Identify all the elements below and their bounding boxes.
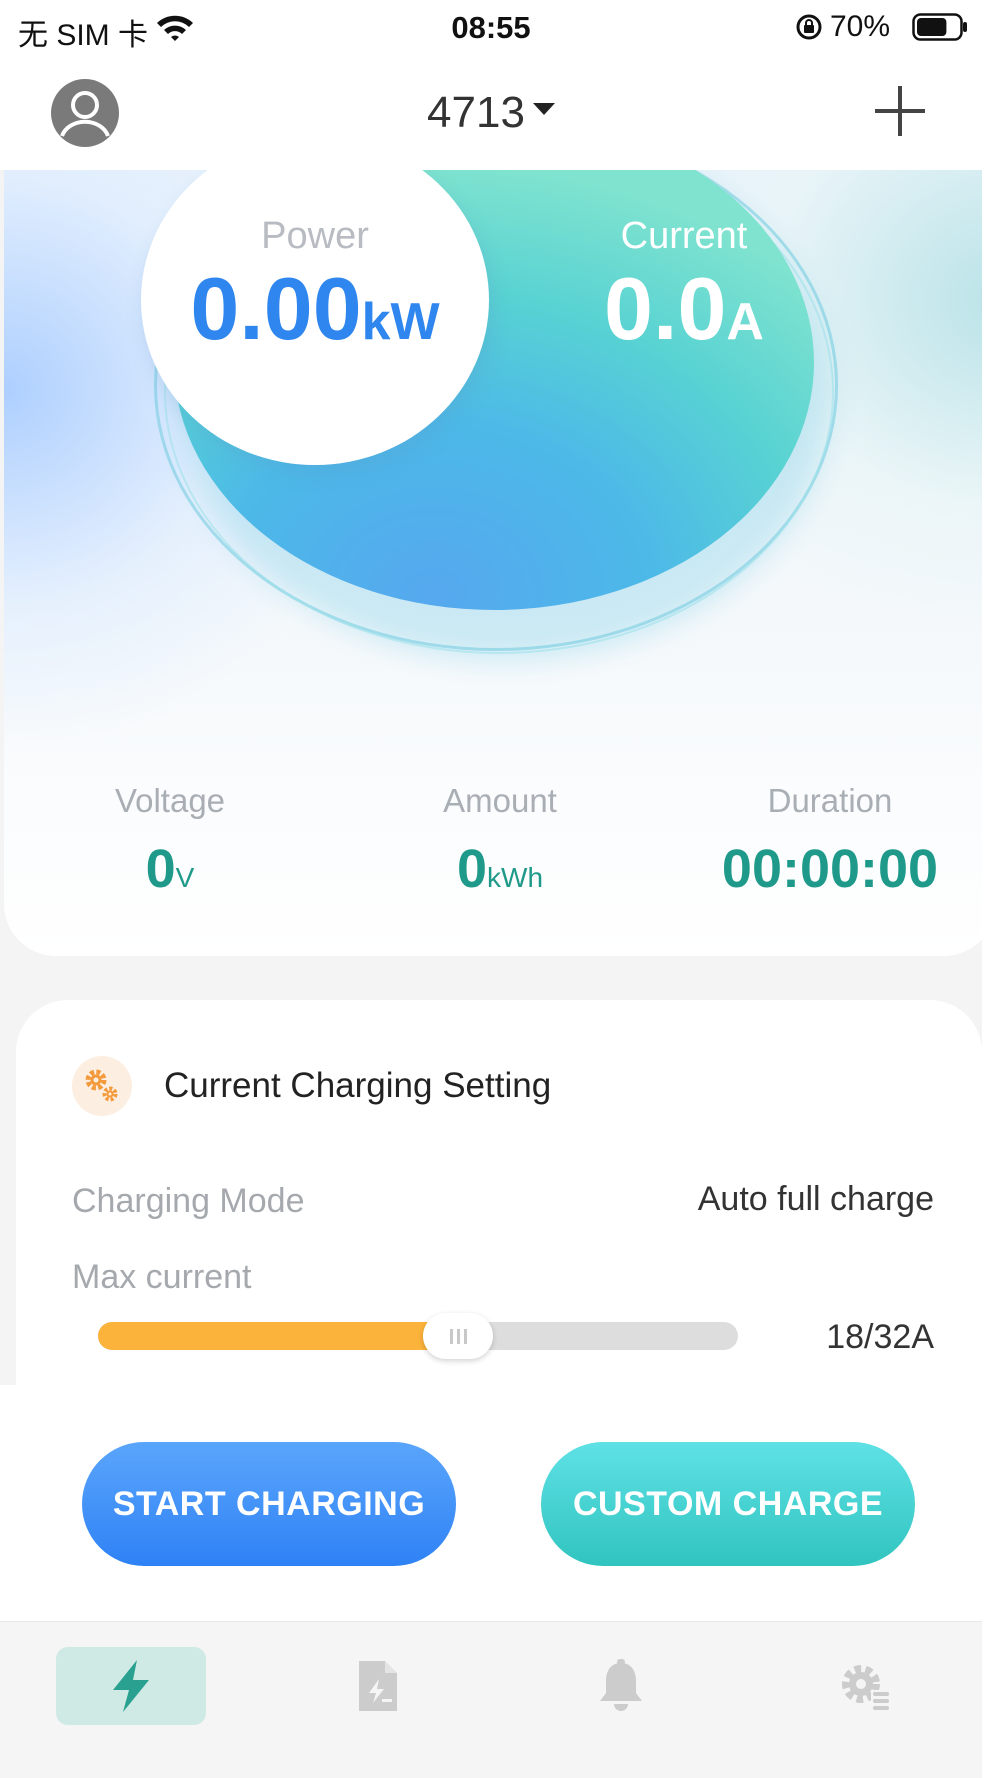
power-label: Power [261, 215, 369, 257]
document-icon [359, 1661, 397, 1711]
power-value: 0.00 [190, 259, 362, 358]
amount-label: Amount [443, 782, 557, 819]
power-unit: kW [361, 293, 440, 351]
slider-thumb[interactable] [423, 1313, 493, 1359]
bottom-tab-bar [0, 1621, 982, 1778]
gears-icon [72, 1056, 132, 1116]
caret-down-icon [532, 103, 555, 116]
max-current-value: 18/32A [826, 1318, 934, 1356]
bell-icon [600, 1659, 642, 1711]
device-selector[interactable]: 4713 [0, 88, 982, 138]
current-metric: Current 0.0A [534, 215, 834, 360]
voltage-value: 0 [145, 839, 176, 899]
tab-records[interactable] [302, 1647, 452, 1725]
voltage-stat: Voltage 0V [70, 782, 270, 900]
current-label: Current [620, 215, 748, 257]
charging-mode-label: Charging Mode [72, 1182, 305, 1220]
voltage-label: Voltage [114, 782, 226, 819]
tab-alerts[interactable] [546, 1647, 696, 1725]
rotation-lock-icon [794, 12, 824, 47]
lightning-icon [113, 1660, 149, 1712]
current-unit: A [726, 293, 764, 351]
duration-stat: Duration 00:00:00 [680, 782, 980, 900]
status-bar: 无 SIM 卡 08:55 70% [0, 0, 982, 58]
charging-dashboard: Power 0.00kW Current 0.0A Voltage 0V Amo… [4, 170, 982, 956]
slider-fill [98, 1322, 458, 1350]
max-current-slider[interactable] [98, 1313, 738, 1359]
action-bar: START CHARGING CUSTOM CHARGE [0, 1385, 982, 1621]
max-current-label: Max current [72, 1258, 252, 1296]
tab-charge[interactable] [56, 1647, 206, 1725]
battery-icon [912, 13, 968, 46]
plus-icon[interactable] [872, 83, 928, 139]
battery-percent: 70% [830, 10, 891, 43]
amount-unit: kWh [487, 862, 544, 893]
tab-settings[interactable] [790, 1647, 940, 1725]
app-screen: 无 SIM 卡 08:55 70% 4713 Power 0.00kW Curr… [0, 0, 982, 1778]
voltage-unit: V [175, 862, 195, 893]
amount-stat: Amount 0kWh [400, 782, 600, 900]
gear-settings-icon [842, 1665, 889, 1710]
settings-title: Current Charging Setting [164, 1066, 552, 1105]
duration-label: Duration [767, 782, 893, 819]
custom-charge-button[interactable]: CUSTOM CHARGE [541, 1442, 915, 1566]
power-metric: Power 0.00kW [141, 215, 489, 360]
duration-value: 00:00:00 [721, 839, 939, 899]
amount-value: 0 [456, 839, 488, 899]
charging-settings-card: Current Charging Setting Charging Mode A… [16, 1000, 982, 1440]
screen-edge [982, 0, 1000, 1778]
device-name: 4713 [427, 88, 525, 137]
start-charging-button[interactable]: START CHARGING [82, 1442, 456, 1566]
charging-mode-value[interactable]: Auto full charge [698, 1180, 934, 1219]
top-header: 4713 [0, 58, 982, 170]
current-value: 0.0 [604, 259, 727, 358]
